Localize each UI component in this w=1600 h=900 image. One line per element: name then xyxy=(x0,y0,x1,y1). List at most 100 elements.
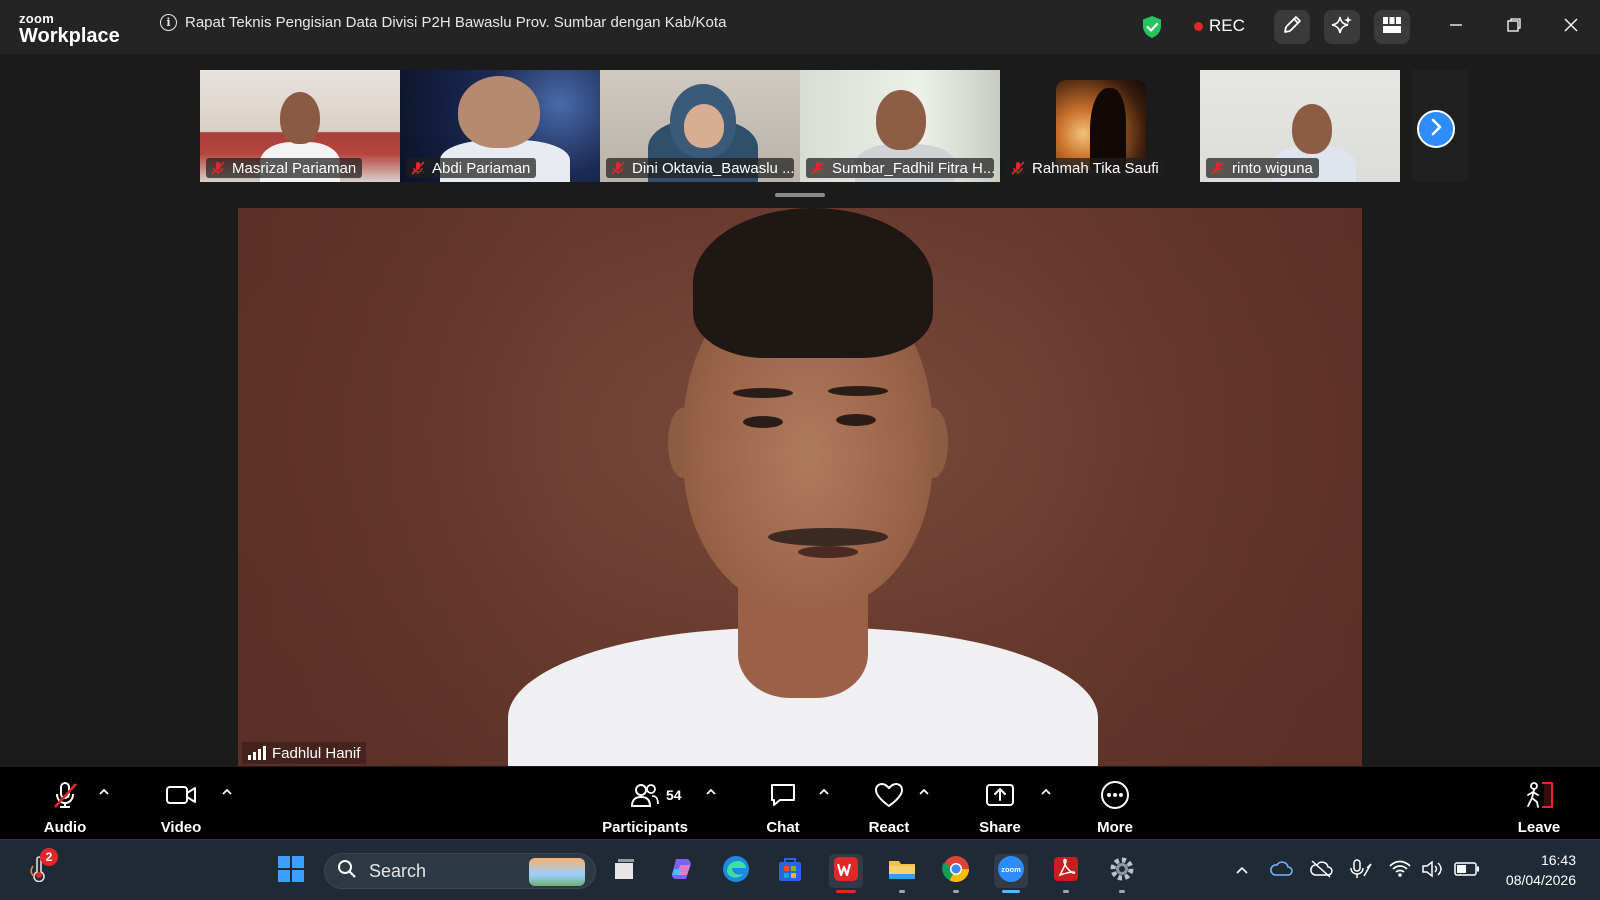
participant-name: Abdi Pariaman xyxy=(432,159,531,177)
file-explorer-button[interactable] xyxy=(885,854,919,893)
microphone-icon xyxy=(1349,858,1373,885)
audio-options-caret[interactable] xyxy=(97,785,111,799)
info-icon[interactable]: i xyxy=(160,14,177,31)
volume-tray-button[interactable] xyxy=(1420,858,1446,884)
more-dots-icon xyxy=(1099,780,1131,815)
wps-office-button[interactable] xyxy=(829,854,863,893)
rec-label: REC xyxy=(1209,16,1245,35)
view-button[interactable] xyxy=(1374,10,1410,44)
speaker-name: Fadhlul Hanif xyxy=(272,744,361,762)
speaker-hair xyxy=(693,208,933,358)
meeting-info[interactable]: i Rapat Teknis Pengisian Data Divisi P2H… xyxy=(160,14,726,31)
video-label: Video xyxy=(160,819,202,836)
ai-companion-button[interactable] xyxy=(1324,10,1360,44)
participant-name: Masrizal Pariaman xyxy=(232,159,357,177)
start-button[interactable] xyxy=(274,854,308,888)
participant-name: Sumbar_Fadhil Fitra H... xyxy=(832,159,994,177)
share-label: Share xyxy=(979,819,1021,836)
settings-button[interactable] xyxy=(1105,854,1139,893)
speaker-name-tag: Fadhlul Hanif xyxy=(242,742,367,764)
video-options-caret[interactable] xyxy=(220,785,234,799)
video-camera-icon xyxy=(165,780,197,815)
search-icon xyxy=(337,859,357,884)
person-head xyxy=(280,92,320,144)
participant-tile[interactable]: Dini Oktavia_Bawaslu ... xyxy=(600,70,800,182)
active-speaker-video[interactable]: Fadhlul Hanif xyxy=(238,208,1362,766)
wps-office-icon xyxy=(832,855,860,888)
gallery-next-button[interactable] xyxy=(1417,110,1455,148)
encryption-shield-icon[interactable] xyxy=(1141,15,1163,44)
acrobat-button[interactable] xyxy=(1049,854,1083,893)
participant-name: Dini Oktavia_Bawaslu ... xyxy=(632,159,794,177)
share-screen-icon xyxy=(984,780,1016,815)
share-button[interactable]: Share xyxy=(976,767,1024,839)
battery-tray-button[interactable] xyxy=(1454,858,1480,884)
chevron-up-icon xyxy=(1235,862,1249,880)
notification-badge: 2 xyxy=(40,848,58,866)
participant-tile[interactable]: Sumbar_Fadhil Fitra H... xyxy=(800,70,1000,182)
task-view-button[interactable] xyxy=(607,854,641,888)
recording-indicator[interactable]: REC xyxy=(1194,16,1245,36)
mic-muted-icon xyxy=(611,161,625,175)
copilot-icon xyxy=(668,855,696,888)
participants-options-caret[interactable] xyxy=(704,785,718,799)
store-button[interactable] xyxy=(773,854,807,888)
meeting-controls: Audio Video Participants 54 Chat React S… xyxy=(0,767,1600,839)
record-dot-icon xyxy=(1194,21,1203,31)
leave-door-icon xyxy=(1522,780,1556,815)
restore-button[interactable] xyxy=(1500,14,1528,40)
mic-muted-icon xyxy=(50,780,80,815)
windows-taskbar: 2 Search zoom 16:43 08/04/2026 xyxy=(0,839,1600,900)
person-head xyxy=(1292,104,1332,154)
clock-date: 08/04/2026 xyxy=(1505,872,1576,888)
zoom-app-icon: zoom xyxy=(996,854,1026,889)
participant-tile[interactable]: rinto wiguna xyxy=(1200,70,1400,182)
zoom-taskbar-button[interactable]: zoom xyxy=(994,854,1028,893)
share-options-caret[interactable] xyxy=(1039,785,1053,799)
participant-name-tag: Masrizal Pariaman xyxy=(206,158,363,178)
participant-name-tag: Rahmah Tika Saufi xyxy=(1006,158,1165,178)
copilot-button[interactable] xyxy=(665,854,699,888)
leave-label: Leave xyxy=(1517,819,1561,836)
running-indicator xyxy=(1063,890,1069,893)
leave-button[interactable]: Leave xyxy=(1518,767,1560,839)
gallery-strip: Masrizal Pariaman Abdi Pariaman Dini Okt… xyxy=(200,70,1400,182)
chrome-button[interactable] xyxy=(939,854,973,893)
pencil-icon xyxy=(1281,14,1303,41)
react-options-caret[interactable] xyxy=(917,785,931,799)
mic-muted-icon xyxy=(411,161,425,175)
profile-picture xyxy=(1056,80,1146,170)
heart-icon xyxy=(873,780,905,815)
grid-view-icon xyxy=(1382,16,1402,39)
video-button[interactable]: Video xyxy=(155,767,207,839)
person-face xyxy=(684,104,724,148)
taskbar-clock[interactable]: 16:43 08/04/2026 xyxy=(1506,850,1576,890)
more-button[interactable]: More xyxy=(1093,767,1137,839)
participant-tile[interactable]: Rahmah Tika Saufi xyxy=(1000,70,1200,182)
cloud-offline-tray-button[interactable] xyxy=(1308,858,1334,884)
chat-bubble-icon xyxy=(768,780,798,815)
audio-button[interactable]: Audio xyxy=(40,767,90,839)
participant-tile[interactable]: Masrizal Pariaman xyxy=(200,70,400,182)
react-button[interactable]: React xyxy=(864,767,914,839)
participants-button[interactable]: Participants xyxy=(602,767,688,839)
chat-options-caret[interactable] xyxy=(817,785,831,799)
close-button[interactable] xyxy=(1557,14,1585,40)
mic-in-use-tray-button[interactable] xyxy=(1348,858,1374,884)
wifi-tray-button[interactable] xyxy=(1387,858,1413,884)
annotate-button[interactable] xyxy=(1274,10,1310,44)
running-indicator xyxy=(1119,890,1125,893)
mic-muted-icon xyxy=(1211,161,1225,175)
participant-tile[interactable]: Abdi Pariaman xyxy=(400,70,600,182)
participant-name-tag: Abdi Pariaman xyxy=(406,158,537,178)
taskbar-search[interactable]: Search xyxy=(324,853,596,889)
minimize-button[interactable] xyxy=(1442,14,1470,40)
search-highlight-image xyxy=(529,858,585,886)
onedrive-tray-button[interactable] xyxy=(1268,858,1294,884)
participant-name-tag: Sumbar_Fadhil Fitra H... xyxy=(806,158,994,178)
show-hidden-icons-button[interactable] xyxy=(1229,858,1255,884)
edge-button[interactable] xyxy=(719,854,753,888)
minimize-icon xyxy=(1448,17,1464,38)
gallery-resize-handle[interactable] xyxy=(775,193,825,197)
chat-button[interactable]: Chat xyxy=(762,767,804,839)
